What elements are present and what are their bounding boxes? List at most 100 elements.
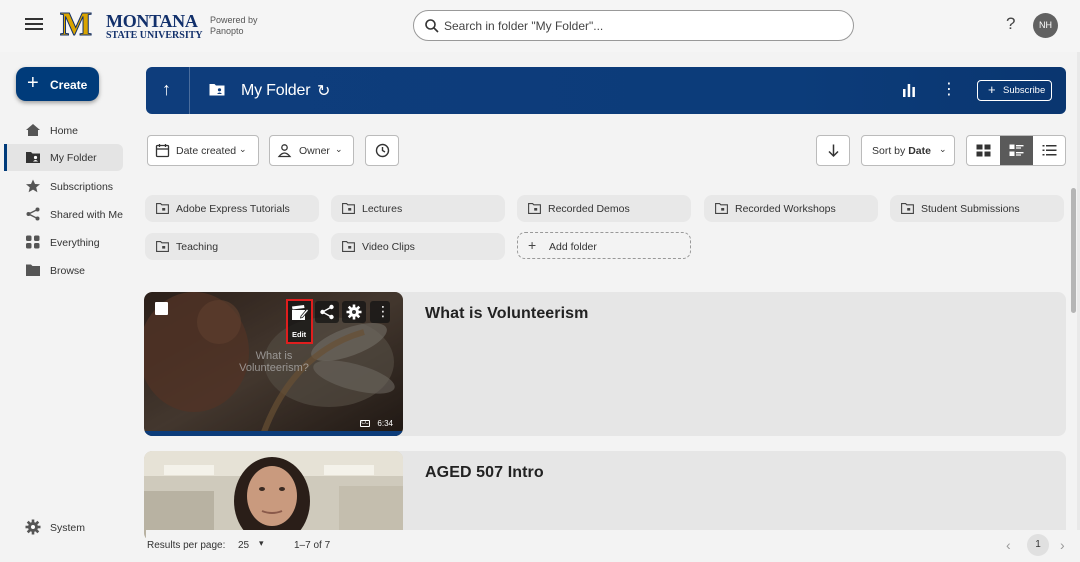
thumb-text-1: What is	[256, 350, 293, 362]
folder-icon	[715, 203, 728, 214]
sidebar-item-label: Everything	[50, 237, 100, 249]
sidebar-item-browse[interactable]: Browse	[4, 257, 123, 284]
session-title[interactable]: What is Volunteerism	[425, 305, 589, 323]
sidebar-item-shared[interactable]: Shared with Me	[4, 201, 123, 228]
grid-view-button[interactable]	[967, 136, 1000, 165]
subfolder-chip[interactable]: Recorded Workshops	[704, 195, 878, 222]
subfolder-chip[interactable]: Lectures	[331, 195, 505, 222]
more-options-icon[interactable]: ⋮	[941, 79, 957, 99]
montana-state-logo[interactable]: M MONTANA STATE UNIVERSITY	[59, 7, 210, 44]
thumbnail-image	[144, 451, 403, 541]
folder-icon	[156, 203, 169, 214]
history-filter-button[interactable]	[365, 135, 399, 166]
header-divider	[189, 67, 190, 114]
chevron-down-icon[interactable]: ▾	[259, 538, 264, 549]
share-button[interactable]	[315, 301, 339, 323]
help-icon[interactable]: ?	[1006, 14, 1015, 34]
subfolder-chip[interactable]: Teaching	[145, 233, 319, 260]
folder-icon	[342, 203, 355, 214]
subfolder-chip[interactable]: Video Clips	[331, 233, 505, 260]
folder-user-icon	[26, 152, 40, 163]
previous-page-icon[interactable]: ‹	[1006, 537, 1011, 553]
create-button[interactable]: + Create	[16, 67, 99, 101]
chevron-down-icon: ⌄	[239, 144, 247, 154]
settings-button[interactable]	[342, 301, 366, 323]
subfolder-label: Recorded Workshops	[735, 203, 836, 215]
plus-icon: +	[27, 72, 39, 94]
view-mode-toggle	[966, 135, 1066, 166]
results-per-page-label: Results per page:	[147, 540, 226, 551]
subscribe-button[interactable]: + Subscribe	[977, 80, 1052, 101]
search-icon[interactable]	[424, 18, 440, 34]
sidebar-item-my-folder[interactable]: My Folder	[4, 144, 123, 171]
clock-icon	[375, 143, 390, 158]
sort-by-dropdown[interactable]: Sort by Date ⌄	[861, 135, 955, 166]
person-icon	[277, 144, 292, 158]
edit-button[interactable]: Edit	[286, 299, 313, 344]
edit-video-icon	[292, 305, 309, 320]
date-created-label: Date created	[176, 145, 237, 157]
folder-user-icon	[209, 84, 225, 96]
owner-label: Owner	[299, 145, 330, 157]
add-folder-button[interactable]: + Add folder	[517, 232, 691, 259]
edit-tooltip: Edit	[292, 330, 307, 339]
session-card[interactable]: AGED 507 Intro	[144, 451, 1066, 541]
session-thumbnail[interactable]: What is Volunteerism? Edit ⋮ CC 6:34	[144, 292, 403, 436]
more-options-button[interactable]: ⋮	[370, 301, 390, 323]
arrow-down-icon	[828, 144, 839, 158]
results-range: 1–7 of 7	[294, 540, 331, 551]
chevron-down-icon: ⌄	[939, 144, 947, 154]
select-checkbox[interactable]	[155, 302, 168, 315]
folder-icon	[26, 264, 40, 276]
sort-value: Date	[908, 145, 931, 157]
results-per-page-select[interactable]: 25	[238, 540, 249, 551]
plus-icon: +	[988, 82, 996, 97]
folder-icon	[156, 241, 169, 252]
next-page-icon[interactable]: ›	[1060, 537, 1065, 553]
arrow-up-icon[interactable]: ↑	[162, 79, 171, 100]
add-folder-label: Add folder	[549, 241, 597, 253]
detail-view-button[interactable]	[1000, 136, 1033, 165]
list-view-icon	[1042, 145, 1057, 156]
sidebar-item-label: My Folder	[50, 152, 97, 164]
system-label: System	[50, 522, 86, 534]
pagination-footer: Results per page: 25 ▾ 1–7 of 7 ‹ 1 ›	[146, 530, 1080, 562]
thumb-text-2: Volunteerism?	[239, 362, 309, 374]
subfolder-label: Recorded Demos	[548, 203, 630, 215]
sidebar-item-subscriptions[interactable]: Subscriptions	[4, 173, 123, 200]
session-thumbnail[interactable]	[144, 451, 403, 541]
sidebar-item-system[interactable]: System	[25, 519, 85, 538]
sidebar-item-everything[interactable]: Everything	[4, 229, 123, 256]
stats-icon[interactable]	[902, 83, 916, 97]
subfolder-chip[interactable]: Adobe Express Tutorials	[145, 195, 319, 222]
sort-direction-button[interactable]	[816, 135, 850, 166]
subfolder-label: Student Submissions	[921, 203, 1020, 215]
hamburger-menu-icon[interactable]	[25, 15, 43, 35]
top-bar: M MONTANA STATE UNIVERSITY Powered by Pa…	[0, 0, 1080, 52]
folder-icon	[342, 241, 355, 252]
more-options-icon: ⋮	[376, 303, 390, 319]
subfolder-chip[interactable]: Student Submissions	[890, 195, 1064, 222]
gear-icon	[25, 519, 41, 535]
sidebar-item-home[interactable]: Home	[4, 117, 123, 144]
subfolder-label: Adobe Express Tutorials	[176, 203, 290, 215]
list-view-button[interactable]	[1033, 136, 1065, 165]
logo-line1: MONTANA	[106, 11, 198, 31]
session-title[interactable]: AGED 507 Intro	[425, 464, 544, 482]
search-input[interactable]	[444, 17, 844, 35]
powered-by-panopto: Powered by Panopto	[210, 15, 258, 37]
refresh-icon[interactable]: ↻	[317, 81, 330, 101]
session-card[interactable]: What is Volunteerism? Edit ⋮ CC 6:34 Wha…	[144, 292, 1066, 436]
date-created-filter[interactable]: Date created ⌄	[147, 135, 259, 166]
grid-icon	[26, 235, 40, 249]
owner-filter[interactable]: Owner ⌄	[269, 135, 354, 166]
user-avatar[interactable]: NH	[1033, 13, 1058, 38]
share-icon	[320, 304, 334, 320]
scrollbar[interactable]	[1071, 188, 1076, 313]
sidebar-item-label: Home	[50, 125, 79, 137]
sort-prefix: Sort by	[872, 145, 909, 157]
subfolder-chip[interactable]: Recorded Demos	[517, 195, 691, 222]
page-button[interactable]: 1	[1027, 534, 1049, 556]
create-label: Create	[50, 78, 88, 92]
sidebar-item-label: Subscriptions	[50, 181, 114, 193]
